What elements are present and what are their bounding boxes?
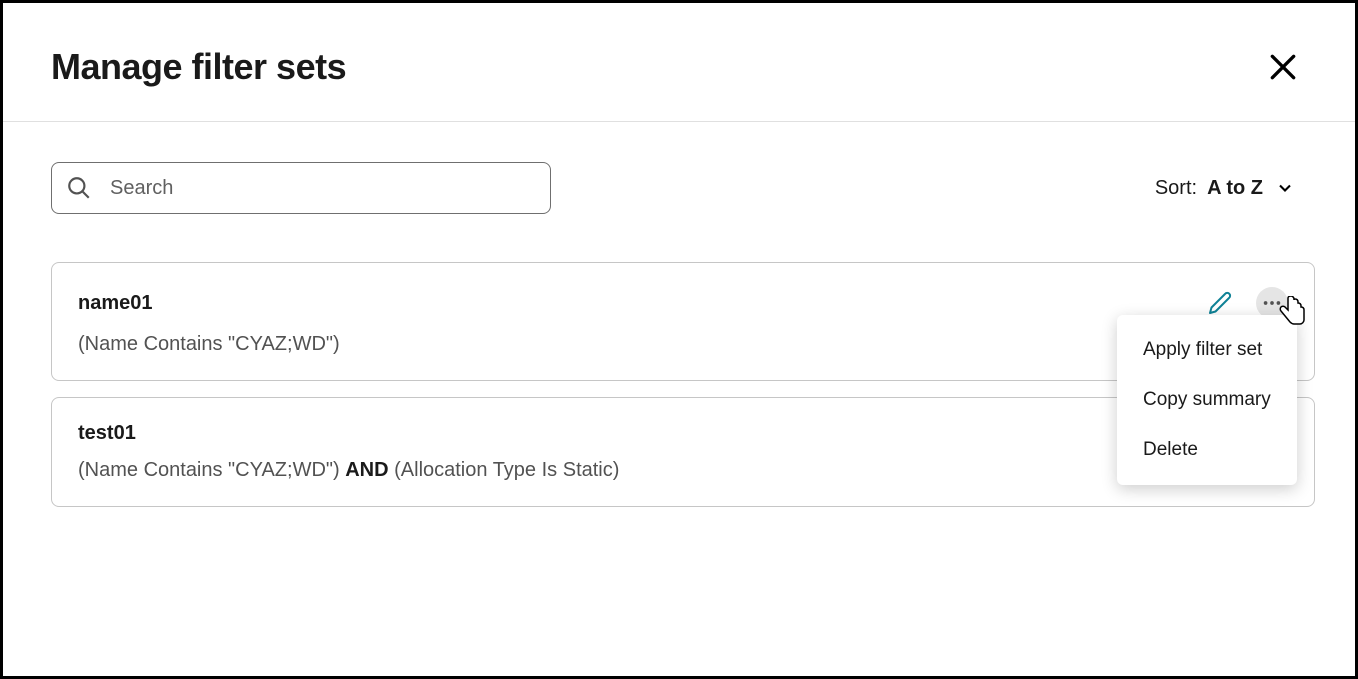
menu-item-delete[interactable]: Delete — [1117, 425, 1297, 475]
pencil-icon — [1208, 291, 1232, 315]
toolbar: Sort: A to Z — [51, 162, 1315, 214]
search-input[interactable] — [110, 177, 536, 200]
filter-set-description: (Name Contains "CYAZ;WD") AND (Allocatio… — [78, 459, 1288, 482]
search-field[interactable] — [51, 162, 551, 214]
dialog-header: Manage filter sets — [3, 3, 1355, 122]
chevron-down-icon — [1275, 178, 1295, 198]
more-icon — [1261, 292, 1283, 314]
context-menu: Apply filter set Copy summary Delete — [1117, 315, 1297, 485]
menu-item-copy[interactable]: Copy summary — [1117, 375, 1297, 425]
manage-filter-sets-dialog: Manage filter sets Sort: A to Z — [0, 0, 1358, 679]
dialog-title: Manage filter sets — [51, 46, 346, 88]
close-button[interactable] — [1259, 43, 1307, 91]
sort-label: Sort: — [1155, 177, 1197, 200]
search-icon — [66, 175, 92, 201]
filter-set-name: test01 — [78, 422, 136, 445]
sort-dropdown[interactable]: Sort: A to Z — [1155, 177, 1295, 200]
sort-value: A to Z — [1207, 177, 1263, 200]
filter-set-name: name01 — [78, 292, 153, 315]
filter-set-description: (Name Contains "CYAZ;WD") — [78, 333, 1288, 356]
close-icon — [1267, 51, 1299, 83]
menu-item-apply[interactable]: Apply filter set — [1117, 325, 1297, 375]
